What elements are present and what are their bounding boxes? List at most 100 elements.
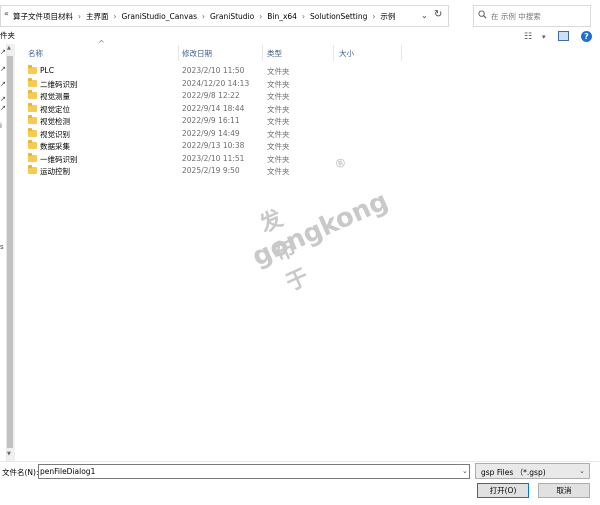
file-date: 2022/9/8 12:22 [182, 91, 240, 100]
list-item[interactable]: 二维码识别 2024/12/20 14:13 文件夹 [24, 77, 584, 91]
nav-item-partial[interactable]: i [0, 122, 2, 130]
column-header-date[interactable]: 修改日期 [182, 48, 212, 60]
folder-icon [28, 90, 37, 99]
nav-scrollbar-thumb[interactable] [7, 56, 13, 448]
list-item[interactable]: PLC 2023/2/10 11:50 文件夹 [24, 65, 584, 78]
chevron-right-icon[interactable]: › [114, 12, 117, 21]
file-name: 视觉识别 [40, 129, 70, 139]
pin-icon: ↗ [0, 104, 6, 112]
column-header-size[interactable]: 大小 [339, 48, 354, 60]
file-date: 2022/9/13 10:38 [182, 141, 245, 150]
pin-icon: ↗ [0, 65, 6, 73]
watermark-en: gongkong [247, 186, 393, 273]
address-dropdown-icon[interactable]: ⌄ [421, 11, 428, 20]
chevron-right-icon[interactable]: › [202, 12, 205, 21]
file-type: 文件夹 [267, 104, 290, 114]
list-item[interactable]: 视觉检测 2022/9/9 16:11 文件夹 [24, 115, 584, 128]
search-box[interactable] [473, 5, 591, 27]
column-divider[interactable] [333, 45, 334, 61]
breadcrumb: 算子文件项目材料 › 主界面 › GraniStudio_Canvas › GraniStu… [13, 11, 395, 22]
crumb-5[interactable]: SolutionSetting [310, 12, 367, 21]
folder-icon [28, 140, 37, 149]
file-name: 视觉检测 [40, 117, 70, 126]
filename-dropdown-icon[interactable]: ⌄ [462, 467, 468, 475]
file-type: 文件夹 [267, 129, 290, 139]
file-type: 文件夹 [267, 92, 290, 101]
sort-ascending-icon: ^ [98, 39, 105, 48]
folder-icon [28, 152, 37, 162]
pin-icon: ↗ [0, 95, 6, 103]
help-icon[interactable]: ? [581, 31, 592, 42]
chevron-right-icon[interactable]: › [259, 12, 262, 21]
filetype-value: gsp Files （*.gsp) [481, 468, 546, 477]
new-folder-label-partial[interactable]: 件夹 [0, 30, 15, 41]
open-button[interactable]: 打开(O) [477, 483, 529, 498]
crumb-4[interactable]: Bin_x64 [267, 12, 297, 21]
folder-icon [28, 165, 37, 174]
nav-item-partial[interactable]: s [0, 243, 4, 251]
folder-icon [28, 127, 37, 137]
folder-icon [28, 115, 37, 124]
column-divider[interactable] [178, 45, 179, 61]
column-divider[interactable] [401, 45, 402, 61]
file-date: 2025/2/19 9:50 [182, 166, 240, 175]
content-scrollbar[interactable] [588, 44, 598, 461]
file-name: PLC [40, 66, 54, 75]
crumb-1[interactable]: 主界面 [86, 11, 109, 22]
crumb-2[interactable]: GraniStudio_Canvas [122, 12, 198, 21]
chevron-right-icon[interactable]: › [78, 12, 81, 21]
filetype-dropdown-icon[interactable]: ⌄ [579, 467, 585, 475]
filename-label: 文件名(N): [2, 468, 39, 477]
file-type: 文件夹 [267, 167, 290, 176]
crumb-0[interactable]: 算子文件项目材料 [13, 11, 73, 22]
file-type: 文件夹 [267, 79, 290, 89]
file-date: 2024/12/20 14:13 [182, 78, 250, 88]
pin-icon: ↗ [0, 80, 6, 88]
scroll-down-icon[interactable]: ▼ [7, 451, 11, 457]
filename-value[interactable]: penFileDialog1 [40, 467, 95, 476]
file-type: 文件夹 [267, 67, 290, 76]
file-name: 二维码识别 [40, 79, 78, 89]
scroll-up-icon[interactable]: ▲ [7, 45, 11, 51]
list-item[interactable]: 视觉测量 2022/9/8 12:22 文件夹 [24, 90, 584, 103]
refresh-icon[interactable]: ↻ [434, 9, 442, 20]
preview-pane-icon[interactable] [558, 31, 569, 41]
address-bar[interactable]: « 算子文件项目材料 › 主界面 › GraniStudio_Canvas › GraniS… [0, 5, 449, 27]
file-date: 2023/2/10 11:50 [182, 66, 245, 75]
chevron-right-icon[interactable]: › [372, 12, 375, 21]
file-type: 文件夹 [267, 117, 290, 126]
crumb-3[interactable]: GraniStudio [210, 12, 254, 21]
file-date: 2023/2/10 11:51 [182, 153, 245, 163]
folder-icon [28, 102, 37, 112]
overflow-chevron-icon[interactable]: « [4, 9, 9, 18]
file-name: 一维码识别 [40, 154, 78, 164]
file-date: 2022/9/9 14:49 [182, 128, 240, 138]
column-header-name[interactable]: 名称 [28, 48, 43, 60]
list-item[interactable]: 视觉定位 2022/9/14 18:44 文件夹 [24, 102, 584, 116]
crumb-6[interactable]: 示例 [380, 11, 395, 22]
view-dropdown-icon[interactable]: ▾ [542, 33, 546, 41]
bottom-divider [0, 461, 600, 462]
address-row: « 算子文件项目材料 › 主界面 › GraniStudio_Canvas › GraniS… [0, 5, 600, 27]
search-icon [478, 10, 487, 19]
column-divider[interactable] [262, 45, 263, 61]
view-options-icon[interactable]: ☷ [524, 32, 532, 42]
column-header-type[interactable]: 类型 [267, 48, 282, 60]
list-item[interactable]: 运动控制 2025/2/19 9:50 文件夹 [24, 165, 584, 178]
filetype-select[interactable]: gsp Files （*.gsp) ⌄ [475, 463, 590, 479]
list-item[interactable]: 数据采集 2022/9/13 10:38 文件夹 [24, 140, 584, 153]
filename-field[interactable]: penFileDialog1 ⌄ [38, 464, 470, 479]
cancel-button[interactable]: 取消 [538, 483, 590, 498]
search-input[interactable] [491, 9, 587, 23]
chevron-right-icon[interactable]: › [302, 12, 305, 21]
watermark-cn: 发布于 [256, 205, 314, 297]
file-date: 2022/9/14 18:44 [182, 103, 245, 113]
file-name: 运动控制 [40, 167, 70, 176]
folder-icon [28, 65, 37, 74]
file-name: 视觉测量 [40, 92, 70, 101]
list-item[interactable]: 一维码识别 2023/2/10 11:51 文件夹 [24, 152, 584, 166]
list-item[interactable]: 视觉识别 2022/9/9 14:49 文件夹 [24, 127, 584, 141]
file-type: 文件夹 [267, 142, 290, 151]
file-name: 视觉定位 [40, 104, 70, 114]
file-name: 数据采集 [40, 142, 70, 151]
